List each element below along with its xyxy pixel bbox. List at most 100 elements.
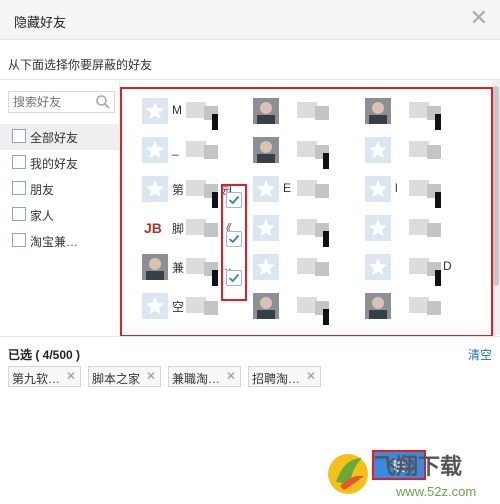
friend-item[interactable] <box>365 215 475 255</box>
friend-name: 脚 <box>172 222 185 236</box>
group-list: 全部好友我的好友朋友家人淘宝兼… <box>0 124 120 254</box>
name-mosaic <box>297 297 317 313</box>
name-mosaic <box>297 219 317 235</box>
name-mosaic <box>186 102 206 118</box>
dialog-title: 隐藏好友 <box>14 15 67 30</box>
default-avatar-icon <box>142 137 168 163</box>
friend-item[interactable] <box>253 293 363 333</box>
hide-friends-dialog: 隐藏好友 ✕ 从下面选择你要屏蔽的好友 全部好友我的好友朋友家人淘宝兼… M _ 第… <box>0 0 500 504</box>
default-avatar-icon <box>142 98 168 124</box>
friend-checkbox-checked[interactable] <box>226 270 242 286</box>
watermark-title: 飞翔下载 <box>374 454 462 479</box>
name-mosaic <box>297 258 317 274</box>
chip-remove-icon[interactable]: ✕ <box>66 369 76 383</box>
name-mosaic <box>435 270 441 286</box>
friend-name: M <box>172 103 182 117</box>
friend-item[interactable]: 空 <box>142 293 252 333</box>
chip-remove-icon[interactable]: ✕ <box>226 369 236 383</box>
name-mosaic <box>427 223 441 237</box>
group-checkbox[interactable] <box>12 233 26 247</box>
friend-name: l <box>395 181 398 195</box>
friend-name: 空 <box>172 300 185 314</box>
name-mosaic <box>409 219 429 235</box>
friend-item[interactable] <box>253 215 363 255</box>
name-mosaic <box>186 258 206 274</box>
default-avatar-icon <box>253 254 279 280</box>
friend-item[interactable]: M <box>142 98 252 138</box>
chip-remove-icon[interactable]: ✕ <box>306 369 316 383</box>
friend-item[interactable] <box>365 293 475 333</box>
dialog-titlebar: 隐藏好友 ✕ <box>0 0 500 40</box>
default-avatar-icon <box>142 176 168 202</box>
friend-item[interactable]: JB 脚《 <box>142 215 252 255</box>
name-mosaic <box>204 223 218 237</box>
friend-checkbox-checked[interactable] <box>226 231 242 247</box>
name-mosaic <box>212 270 218 286</box>
friend-name: 兼 <box>172 261 185 275</box>
dialog-subtitle: 从下面选择你要屏蔽的好友 <box>8 58 153 72</box>
name-mosaic <box>409 180 429 196</box>
friend-item[interactable] <box>365 98 475 138</box>
group-checkbox[interactable] <box>12 207 26 221</box>
group-item[interactable]: 朋友 <box>0 176 120 202</box>
friend-item[interactable]: _ <box>142 137 252 177</box>
name-mosaic <box>204 301 218 315</box>
group-checkbox[interactable] <box>12 155 26 169</box>
chip-label: 脚本之家 <box>92 372 141 386</box>
avatar <box>365 98 391 124</box>
selected-chip: 招聘淘… ✕ <box>248 366 321 387</box>
group-item[interactable]: 全部好友 <box>0 124 120 150</box>
friend-item[interactable] <box>365 137 475 177</box>
friend-name: _ <box>172 142 179 156</box>
group-item[interactable]: 家人 <box>0 202 120 228</box>
chip-label: 兼職淘… <box>172 372 221 386</box>
search-box[interactable] <box>8 91 115 113</box>
clear-button[interactable]: 清空 <box>468 346 492 363</box>
friend-item[interactable]: l <box>365 176 475 216</box>
friend-name-suffix: D <box>443 259 452 273</box>
name-mosaic <box>409 258 429 274</box>
scrollbar-thumb[interactable] <box>493 86 499 286</box>
group-item[interactable]: 我的好友 <box>0 150 120 176</box>
name-mosaic <box>323 231 329 247</box>
search-icon[interactable] <box>95 94 111 110</box>
friend-item[interactable]: 第园 <box>142 176 252 216</box>
group-label: 我的好友 <box>30 157 79 171</box>
chip-remove-icon[interactable]: ✕ <box>146 369 156 383</box>
selected-chip: 脚本之家 ✕ <box>88 366 161 387</box>
friend-item[interactable]: D <box>365 254 475 294</box>
default-avatar-icon <box>253 215 279 241</box>
friend-grid-scrollbar[interactable] <box>492 80 500 335</box>
avatar <box>142 254 168 280</box>
friend-item[interactable] <box>253 98 363 138</box>
group-label: 家人 <box>30 209 55 223</box>
group-label: 淘宝兼… <box>30 235 79 249</box>
default-avatar-icon <box>142 293 168 319</box>
search-input[interactable] <box>13 94 93 110</box>
group-label: 朋友 <box>30 183 55 197</box>
friend-checkbox-checked[interactable] <box>226 192 242 208</box>
group-checkbox[interactable] <box>12 181 26 195</box>
group-checkbox[interactable] <box>12 129 26 143</box>
name-mosaic <box>204 145 218 159</box>
group-panel: 全部好友我的好友朋友家人淘宝兼… <box>0 80 120 335</box>
name-mosaic <box>435 192 441 208</box>
group-item[interactable]: 淘宝兼… <box>0 228 120 254</box>
svg-text:JB: JB <box>144 220 162 236</box>
name-mosaic <box>212 192 218 208</box>
friend-name: 第 <box>172 183 185 197</box>
friend-item[interactable] <box>253 254 363 294</box>
name-mosaic <box>186 141 206 157</box>
name-mosaic <box>409 102 429 118</box>
friend-item[interactable]: 兼… <box>142 254 252 294</box>
close-icon[interactable]: ✕ <box>470 7 488 29</box>
name-mosaic <box>435 114 441 130</box>
selected-count: 已选 ( 4/500 ) <box>8 348 81 362</box>
chip-label: 第九软… <box>12 372 61 386</box>
friend-item[interactable]: E <box>253 176 363 216</box>
selected-chip: 第九软… ✕ <box>8 366 81 387</box>
name-mosaic <box>315 184 329 198</box>
friend-item[interactable] <box>253 137 363 177</box>
name-mosaic <box>212 114 218 130</box>
chip-label: 招聘淘… <box>252 372 301 386</box>
